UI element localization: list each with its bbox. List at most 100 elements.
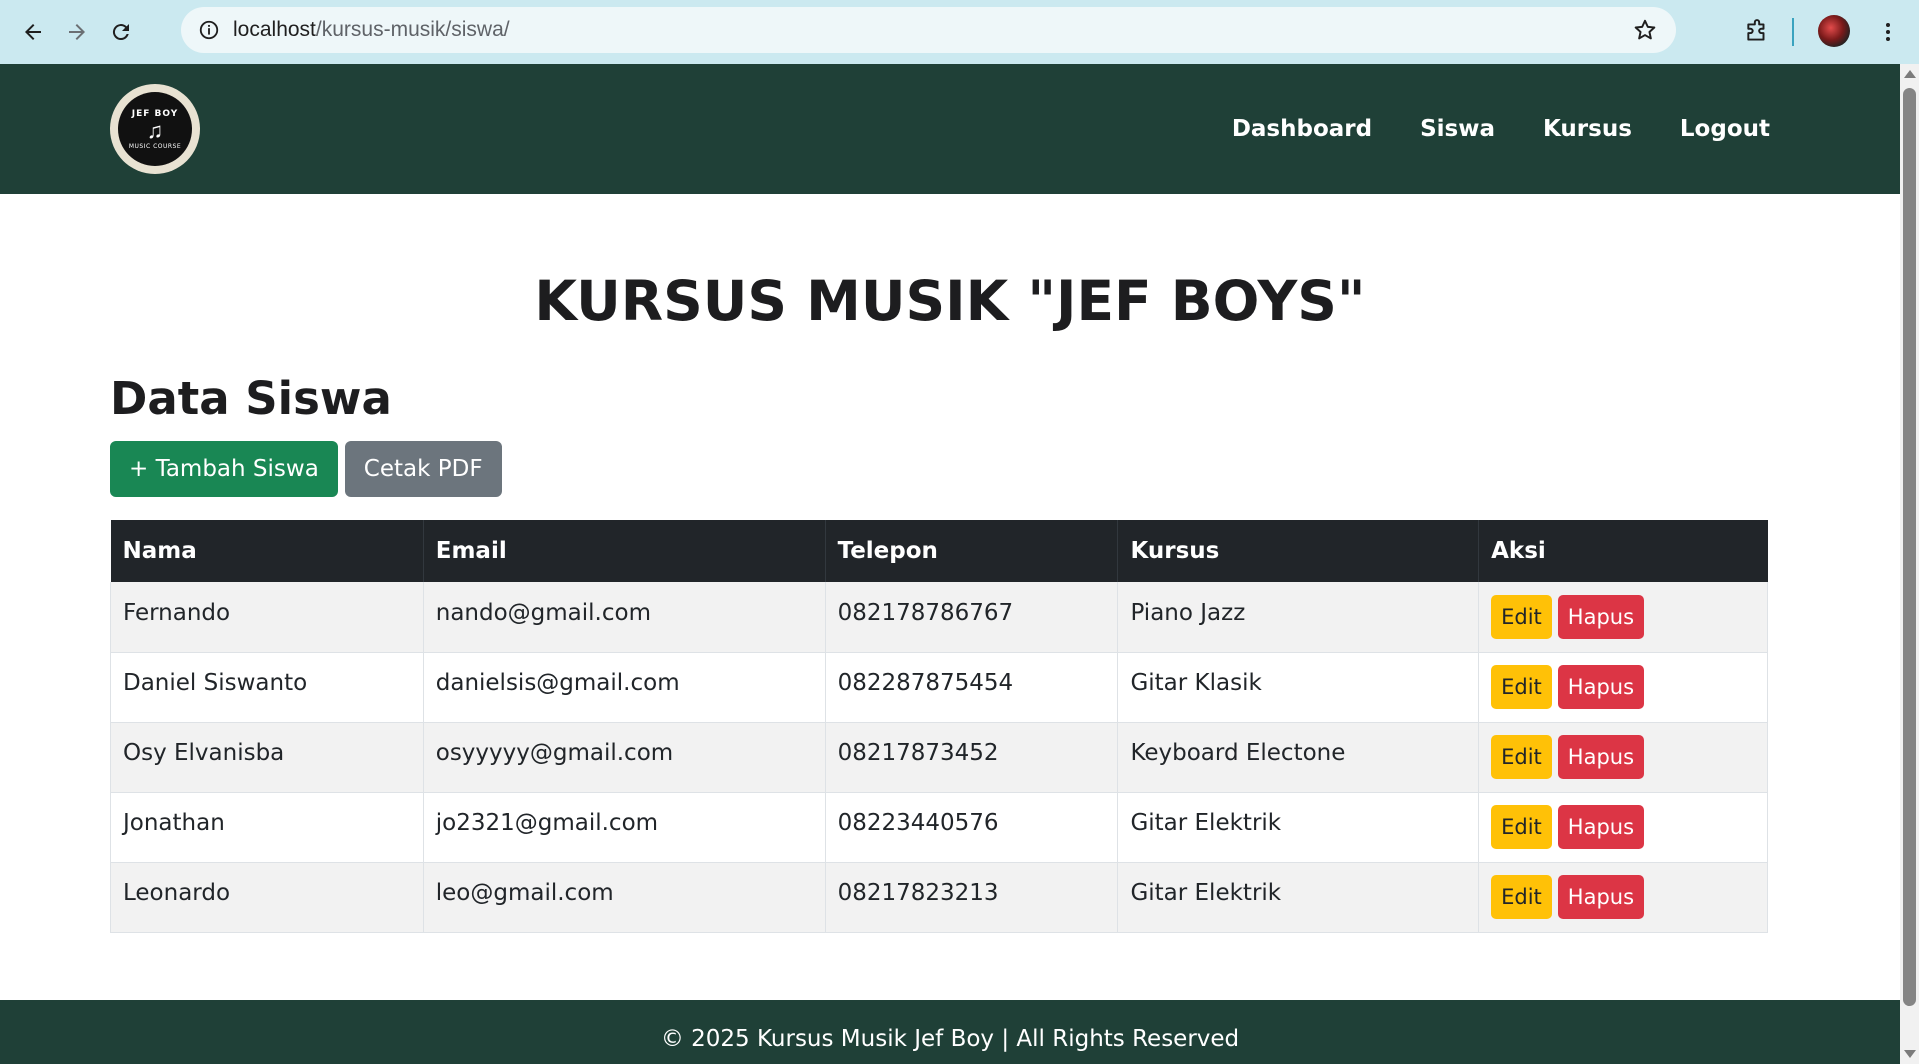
scroll-down-arrow-icon[interactable] xyxy=(1904,1050,1916,1058)
cell-telepon: 08217873452 xyxy=(825,722,1119,793)
url-host: localhost xyxy=(233,18,316,41)
cell-email-text: leo@gmail.com xyxy=(435,880,614,906)
delete-button[interactable]: Hapus xyxy=(1557,875,1645,919)
cell-email: nando@gmail.com xyxy=(423,582,826,653)
table-header: Nama Email Telepon Kursus Aksi xyxy=(110,520,1768,582)
page-viewport: JEF BOY ♫ MUSIC COURSE Dashboard Siswa K… xyxy=(0,64,1900,1064)
cell-kursus-text: Keyboard Electone xyxy=(1130,740,1346,766)
reload-button[interactable] xyxy=(101,12,141,52)
header-aksi: Aksi xyxy=(1478,520,1768,582)
cell-email: jo2321@gmail.com xyxy=(423,792,826,863)
table-row: Leonardo leo@gmail.com 08217823213 Gitar… xyxy=(110,862,1768,933)
edit-button[interactable]: Edit xyxy=(1491,665,1552,709)
cell-kursus: Piano Jazz xyxy=(1117,582,1480,653)
header-nama: Nama xyxy=(110,520,424,582)
cell-telepon-text: 08217873452 xyxy=(837,740,999,766)
cell-kursus-text: Gitar Klasik xyxy=(1130,670,1262,696)
cell-aksi: Edit Hapus xyxy=(1478,582,1768,653)
cell-email-text: danielsis@gmail.com xyxy=(435,670,680,696)
cell-nama: Leonardo xyxy=(110,862,424,933)
site-info-icon[interactable] xyxy=(195,16,223,44)
print-pdf-button[interactable]: Cetak PDF xyxy=(344,441,502,497)
cell-telepon: 08223440576 xyxy=(825,792,1119,863)
logo-badge: JEF BOY ♫ MUSIC COURSE xyxy=(118,92,192,166)
cell-nama-text: Daniel Siswanto xyxy=(123,670,308,696)
cell-aksi: Edit Hapus xyxy=(1478,862,1768,933)
edit-button[interactable]: Edit xyxy=(1491,805,1552,849)
cell-nama-text: Jonathan xyxy=(123,810,225,836)
nav-link-logout[interactable]: Logout xyxy=(1680,116,1770,142)
cell-telepon-text: 082287875454 xyxy=(837,670,1014,696)
page-title: KURSUS MUSIK "JEF BOYS" xyxy=(534,269,1366,333)
action-buttons: + Tambah Siswa Cetak PDF xyxy=(110,441,502,497)
url-path: /kursus-musik/siswa/ xyxy=(315,18,510,41)
delete-button[interactable]: Hapus xyxy=(1557,594,1645,639)
add-student-button[interactable]: + Tambah Siswa xyxy=(110,441,338,497)
cell-email-text: osyyyyy@gmail.com xyxy=(435,740,674,766)
extensions-puzzle-icon[interactable] xyxy=(1737,12,1777,52)
cell-nama: Daniel Siswanto xyxy=(110,652,424,723)
more-options-icon[interactable] xyxy=(1870,14,1906,50)
cell-nama-text: Osy Elvanisba xyxy=(123,740,285,766)
header-telepon: Telepon xyxy=(825,520,1119,582)
cell-kursus-text: Gitar Elektrik xyxy=(1130,880,1282,906)
table-row: Osy Elvanisba osyyyyy@gmail.com 08217873… xyxy=(110,722,1768,793)
logo-text-bottom: MUSIC COURSE xyxy=(128,142,182,150)
cell-kursus: Gitar Klasik xyxy=(1117,652,1480,723)
cell-kursus: Keyboard Electone xyxy=(1117,722,1480,793)
scroll-up-arrow-icon[interactable] xyxy=(1904,70,1916,78)
cell-kursus: Gitar Elektrik xyxy=(1117,792,1480,863)
edit-button[interactable]: Edit xyxy=(1491,594,1552,639)
cell-nama-text: Leonardo xyxy=(123,880,231,906)
arrow-right-icon xyxy=(69,24,85,40)
cell-email-text: nando@gmail.com xyxy=(435,599,651,626)
table-row: Jonathan jo2321@gmail.com 08223440576 Gi… xyxy=(110,792,1768,863)
browser-toolbar: localhost/kursus-musik/siswa/ xyxy=(0,0,1919,64)
cell-telepon: 082178786767 xyxy=(825,582,1119,653)
footer-text: © 2025 Kursus Musik Jef Boy | All Rights… xyxy=(660,1026,1240,1052)
arrow-left-icon xyxy=(25,24,41,40)
cell-aksi: Edit Hapus xyxy=(1478,652,1768,723)
header-kursus: Kursus xyxy=(1117,520,1480,582)
students-table: Nama Email Telepon Kursus Aksi Fernando … xyxy=(110,520,1768,933)
nav-links: Dashboard Siswa Kursus Logout xyxy=(1184,64,1770,194)
back-button[interactable] xyxy=(13,12,53,52)
edit-button[interactable]: Edit xyxy=(1491,875,1552,919)
nav-link-siswa[interactable]: Siswa xyxy=(1420,116,1495,142)
table-header-row: Nama Email Telepon Kursus Aksi xyxy=(110,520,1768,582)
logo-text-top: JEF BOY xyxy=(131,108,179,119)
cell-email: danielsis@gmail.com xyxy=(423,652,826,723)
cell-kursus-text: Gitar Elektrik xyxy=(1130,810,1282,836)
site-navbar: JEF BOY ♫ MUSIC COURSE Dashboard Siswa K… xyxy=(0,64,1900,194)
cell-nama: Fernando xyxy=(110,582,424,653)
edit-button[interactable]: Edit xyxy=(1491,735,1552,779)
cell-telepon: 08217823213 xyxy=(825,862,1119,933)
delete-button[interactable]: Hapus xyxy=(1557,805,1645,849)
delete-button[interactable]: Hapus xyxy=(1557,665,1645,709)
reload-icon xyxy=(112,24,129,41)
profile-avatar[interactable] xyxy=(1818,15,1850,47)
toolbar-divider xyxy=(1792,18,1794,46)
scrollbar-thumb[interactable] xyxy=(1903,88,1916,1006)
nav-link-dashboard[interactable]: Dashboard xyxy=(1232,116,1372,142)
delete-button[interactable]: Hapus xyxy=(1557,735,1645,779)
cell-telepon-text: 08223440576 xyxy=(837,810,999,836)
cell-nama: Osy Elvanisba xyxy=(110,722,424,793)
cell-aksi: Edit Hapus xyxy=(1478,722,1768,793)
page-scrollbar[interactable] xyxy=(1900,64,1919,1064)
forward-button[interactable] xyxy=(57,12,97,52)
address-bar[interactable]: localhost/kursus-musik/siswa/ xyxy=(181,7,1676,53)
cell-telepon-text: 082178786767 xyxy=(837,599,1014,626)
guitar-icon: ♫ xyxy=(146,117,164,143)
cell-nama-text: Fernando xyxy=(123,599,231,626)
table-row: Fernando nando@gmail.com 082178786767 Pi… xyxy=(110,582,1768,653)
nav-link-kursus[interactable]: Kursus xyxy=(1543,116,1632,142)
bookmark-star-icon[interactable] xyxy=(1630,15,1660,45)
site-logo[interactable]: JEF BOY ♫ MUSIC COURSE xyxy=(110,84,200,174)
table-row: Daniel Siswanto danielsis@gmail.com 0822… xyxy=(110,652,1768,723)
site-footer: © 2025 Kursus Musik Jef Boy | All Rights… xyxy=(0,1000,1900,1064)
cell-telepon: 082287875454 xyxy=(825,652,1119,723)
cell-kursus-text: Piano Jazz xyxy=(1130,599,1246,626)
table-body: Fernando nando@gmail.com 082178786767 Pi… xyxy=(110,582,1768,933)
cell-nama: Jonathan xyxy=(110,792,424,863)
